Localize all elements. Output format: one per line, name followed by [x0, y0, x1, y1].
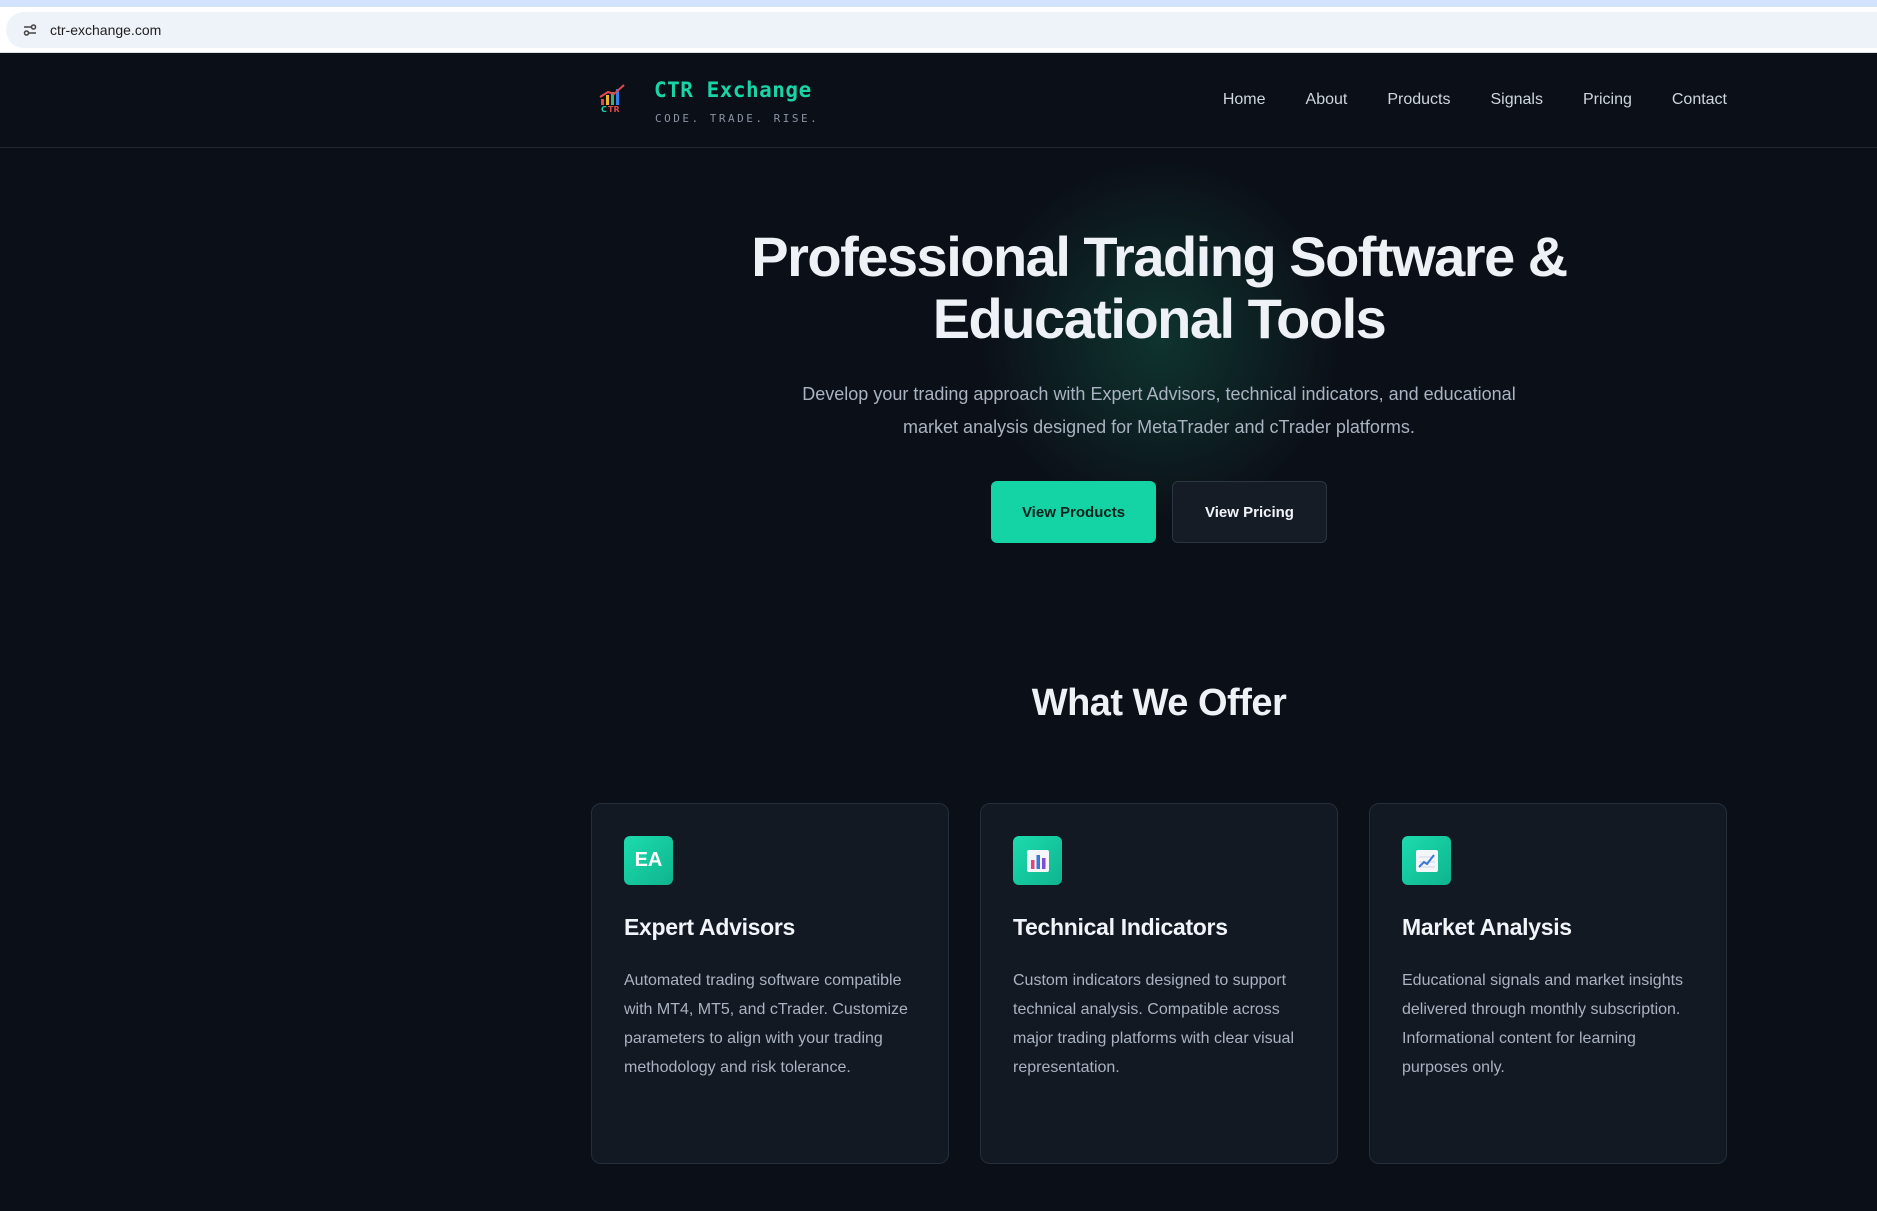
browser-top-strip — [0, 0, 1877, 7]
hero-subtitle-line2: market analysis designed for MetaTrader … — [903, 417, 1415, 437]
card-text: Educational signals and market insights … — [1402, 972, 1684, 1076]
nav-contact[interactable]: Contact — [1672, 91, 1727, 109]
hero-subtitle-line1: Develop your trading approach with Exper… — [802, 384, 1516, 404]
card-title: Technical Indicators — [1013, 914, 1228, 940]
brand-tagline: CODE. TRADE. RISE. — [655, 112, 820, 125]
ea-badge-icon: EA — [624, 836, 673, 885]
nav-signals[interactable]: Signals — [1490, 91, 1542, 109]
svg-text:C: C — [601, 105, 607, 113]
bar-chart-icon — [1013, 836, 1062, 885]
nav-pricing[interactable]: Pricing — [1583, 91, 1632, 109]
offer-card-technical-indicators: Technical Indicators Custom indicators d… — [980, 803, 1338, 1164]
offer-card-expert-advisors: EA Expert Advisors Automated trading sof… — [591, 803, 949, 1164]
line-chart-icon — [1402, 836, 1451, 885]
url-text[interactable]: ctr-exchange.com — [50, 22, 161, 38]
svg-text:TR: TR — [608, 105, 620, 113]
browser-address-bar: ctr-exchange.com — [0, 7, 1877, 53]
nav-about[interactable]: About — [1306, 91, 1348, 109]
ctr-logo-icon[interactable]: C TR — [598, 83, 630, 114]
hero-title: Professional Trading Software & Educatio… — [700, 226, 1618, 350]
card-text: Automated trading software compatible wi… — [624, 972, 908, 1076]
main-nav: Home About Products Signals Pricing Cont… — [1223, 91, 1727, 109]
view-pricing-button[interactable]: View Pricing — [1172, 481, 1327, 543]
offer-card-market-analysis: Market Analysis Educational signals and … — [1369, 803, 1727, 1164]
card-text: Custom indicators designed to support te… — [1013, 972, 1294, 1076]
brand-name[interactable]: CTR Exchange — [654, 78, 812, 102]
site-header: C TR CTR Exchange CODE. TRADE. RISE. Hom… — [0, 53, 1877, 148]
hero-title-line2: Educational Tools — [932, 287, 1387, 350]
nav-home[interactable]: Home — [1223, 91, 1266, 109]
card-title: Expert Advisors — [624, 914, 796, 940]
hero-title-line1: Professional Trading Software & — [751, 225, 1568, 288]
address-pill[interactable]: ctr-exchange.com — [6, 12, 1877, 48]
offer-section-title: What We Offer — [1031, 682, 1287, 724]
card-title: Market Analysis — [1402, 914, 1572, 940]
site-settings-icon[interactable] — [16, 16, 44, 44]
hero-subtitle: Develop your trading approach with Exper… — [720, 378, 1598, 444]
nav-products[interactable]: Products — [1387, 91, 1450, 109]
view-products-button[interactable]: View Products — [991, 481, 1156, 543]
